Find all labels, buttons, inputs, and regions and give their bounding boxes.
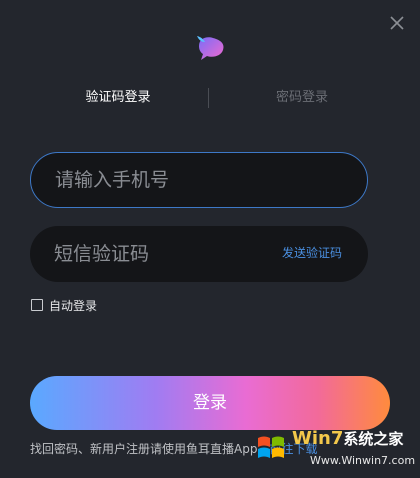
tab-password-login[interactable]: 密码登录: [242, 86, 362, 110]
phone-field: [30, 152, 368, 208]
watermark-brand: Win7系统之家: [292, 428, 404, 449]
send-code-button[interactable]: 发送验证码: [282, 226, 342, 280]
login-window: 验证码登录 密码登录 发送验证码 自动登录 登录 找回密码、新用户注册请使用鱼耳…: [0, 0, 420, 478]
sms-code-input[interactable]: [54, 226, 284, 282]
auto-login-checkbox[interactable]: [31, 299, 43, 311]
tab-code-login[interactable]: 验证码登录: [58, 86, 178, 110]
fish-ear-logo-icon: [197, 36, 224, 60]
auto-login-option[interactable]: 自动登录: [31, 297, 97, 313]
phone-input[interactable]: [55, 153, 285, 207]
footer-separator: 、: [78, 442, 91, 456]
recover-password-link[interactable]: 找回密码: [30, 442, 78, 456]
login-tabs: 验证码登录 密码登录: [0, 86, 420, 110]
login-button[interactable]: 登录: [30, 376, 390, 430]
windows-flag-icon: [258, 436, 284, 458]
watermark-site: Www.Winwin7.com: [310, 454, 416, 467]
auto-login-label: 自动登录: [49, 298, 98, 313]
close-icon[interactable]: [388, 14, 406, 32]
tab-divider: [208, 88, 209, 108]
watermark: Win7系统之家 Www.Winwin7.com: [254, 426, 416, 472]
new-user-text: 新用户注册请使用鱼耳直播App，: [90, 442, 270, 456]
sms-field: 发送验证码: [30, 226, 368, 282]
